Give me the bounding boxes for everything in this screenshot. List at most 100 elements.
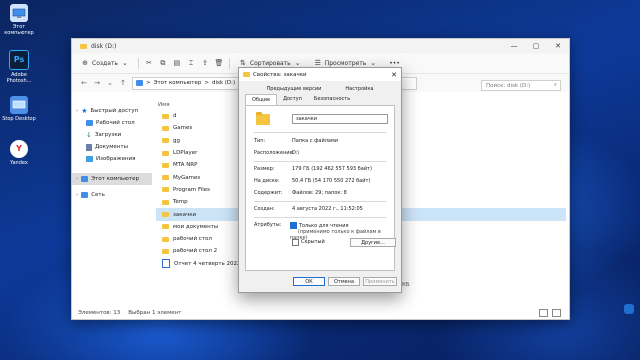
- sidebar-item-this-pc[interactable]: › Этот компьютер: [72, 173, 152, 185]
- folder-icon: [162, 248, 169, 254]
- sidebar-item-downloads[interactable]: ↓ Загрузки: [72, 129, 152, 141]
- close-icon[interactable]: ✕: [387, 71, 401, 79]
- sidebar-item-desktop[interactable]: Рабочий стол: [72, 117, 152, 129]
- share-icon[interactable]: ⇪: [201, 59, 209, 67]
- tiles-view-icon[interactable]: [552, 309, 561, 317]
- status-bar: Элементов: 13 Выбран 1 элемент: [72, 307, 569, 319]
- back-icon[interactable]: ←: [80, 79, 88, 87]
- sidebar-item-network[interactable]: › Сеть: [72, 189, 152, 201]
- up-icon[interactable]: ↑: [119, 79, 127, 87]
- details-view-icon[interactable]: [539, 309, 548, 317]
- document-icon: [86, 143, 92, 151]
- computer-icon: [81, 176, 89, 182]
- chevron-right-icon: ›: [76, 108, 79, 114]
- folder-icon: [80, 43, 87, 49]
- navigation-pane: › ★ Быстрый доступ Рабочий стол ↓ Загруз…: [72, 99, 152, 307]
- tab-security[interactable]: Безопасность: [308, 94, 356, 105]
- folder-icon: [243, 72, 250, 77]
- sidebar-item-pictures[interactable]: Изображения: [72, 153, 152, 165]
- folder-name-field[interactable]: закачки: [292, 114, 388, 124]
- desktop-icon-yandex[interactable]: Y Yandex: [2, 140, 36, 166]
- sidebar-item-documents[interactable]: Документы: [72, 141, 152, 153]
- star-icon: ★: [81, 107, 88, 115]
- folder-icon: [162, 175, 169, 181]
- item-count: Элементов: 13: [78, 310, 121, 316]
- desktop-icon-label: Adobe Photosh...: [6, 72, 32, 84]
- breadcrumb-this-pc[interactable]: Этот компьютер: [154, 80, 202, 86]
- computer-icon: [10, 4, 28, 22]
- desktop-icon-label: Этот компьютер: [4, 24, 34, 36]
- dialog-titlebar: Свойства: закачки ✕: [239, 68, 401, 81]
- other-attributes-button[interactable]: Другие...: [350, 238, 396, 247]
- chevron-right-icon: ›: [76, 176, 79, 182]
- search-input[interactable]: Поиск: disk (D:) ⌕: [481, 80, 561, 91]
- search-icon: ⌕: [553, 82, 557, 88]
- divider: [254, 161, 386, 162]
- location-row: Расположение: D:\: [254, 150, 300, 156]
- chevron-down-icon: ⌄: [370, 59, 377, 67]
- folder-icon: [162, 212, 169, 218]
- maximize-button[interactable]: ▢: [525, 39, 547, 53]
- forward-icon[interactable]: →: [93, 79, 101, 87]
- chevron-right-icon: ›: [76, 192, 79, 198]
- selection-count: Выбран 1 элемент: [128, 310, 182, 316]
- desktop-icon-label: Yandex: [10, 160, 28, 166]
- readonly-checkbox[interactable]: [289, 222, 297, 229]
- created-row: Создан: 4 августа 2022 г., 11:52:05: [254, 206, 363, 212]
- tab-sharing[interactable]: Доступ: [277, 94, 308, 105]
- window-title: disk (D:): [91, 42, 117, 50]
- cancel-button[interactable]: Отмена: [328, 277, 360, 286]
- size-row: Размер: 179 ГБ (192 462 557 593 байт): [254, 166, 372, 172]
- contains-row: Содержит: Файлов: 29; папок: 8: [254, 190, 347, 196]
- dialog-tabs-top: Предыдущие версии Настройка: [239, 86, 401, 92]
- plus-circle-icon: ⊕: [82, 59, 88, 67]
- properties-dialog: Свойства: закачки ✕ Предыдущие версии На…: [238, 67, 402, 293]
- desktop-icon-this-pc[interactable]: Этот компьютер: [2, 4, 36, 36]
- desktop-icon-stop-desktop[interactable]: Stop Desktop: [2, 96, 36, 122]
- general-panel: закачки Тип: Папка с файлами Расположение…: [245, 106, 396, 271]
- disk-size-row: На диске: 50,4 ГБ (54 170 550 272 байт): [254, 178, 371, 184]
- sort-icon: ⇅: [239, 59, 246, 67]
- tab-general[interactable]: Общие: [245, 94, 278, 105]
- folder-icon: [162, 187, 169, 193]
- folder-icon: [162, 162, 169, 168]
- minimize-button[interactable]: —: [503, 39, 525, 53]
- apply-button[interactable]: Применить: [363, 277, 397, 286]
- paste-icon[interactable]: ▤: [173, 59, 181, 67]
- folder-icon: [162, 236, 169, 242]
- computer-icon: [136, 80, 143, 86]
- sidebar-item-quick-access[interactable]: › ★ Быстрый доступ: [72, 105, 152, 117]
- close-button[interactable]: ✕: [547, 39, 569, 53]
- new-button[interactable]: ⊕ Создать ⌄: [78, 57, 132, 69]
- breadcrumb-disk[interactable]: disk (D:): [212, 80, 235, 86]
- monitor-icon: [10, 96, 28, 114]
- copy-icon[interactable]: ⧉: [159, 59, 167, 67]
- rename-icon[interactable]: ⌶: [187, 59, 195, 67]
- network-icon: [81, 192, 89, 198]
- hidden-row: Скрытый: [292, 239, 325, 246]
- delete-icon[interactable]: 🗑: [214, 59, 223, 67]
- tab-previous-versions[interactable]: Предыдущие версии: [267, 86, 322, 92]
- cut-icon[interactable]: ✂: [145, 59, 153, 67]
- document-icon: [162, 259, 170, 269]
- tab-customize[interactable]: Настройка: [345, 86, 373, 92]
- ok-button[interactable]: ОК: [293, 277, 325, 286]
- blue-app-icon[interactable]: [624, 304, 634, 314]
- desktop-icon-photoshop[interactable]: Ps Adobe Photosh...: [2, 50, 36, 84]
- folder-icon: [162, 199, 169, 205]
- folder-icon: [162, 138, 169, 144]
- toolbar-divider: [137, 57, 139, 69]
- hidden-checkbox[interactable]: [292, 239, 299, 246]
- folder-icon: [162, 224, 169, 230]
- divider: [254, 217, 386, 218]
- divider: [254, 201, 386, 202]
- download-icon: ↓: [86, 131, 92, 139]
- chevron-down-icon: ⌄: [121, 59, 128, 67]
- chevron-down-icon[interactable]: ⌄: [106, 79, 114, 87]
- folder-icon: [162, 150, 169, 156]
- explorer-titlebar: disk (D:) — ▢ ✕: [72, 39, 569, 53]
- folder-icon: [256, 112, 270, 125]
- toolbar-divider: [228, 57, 230, 69]
- size-column-fragment: КБ: [402, 282, 410, 288]
- folder-icon: [162, 125, 169, 131]
